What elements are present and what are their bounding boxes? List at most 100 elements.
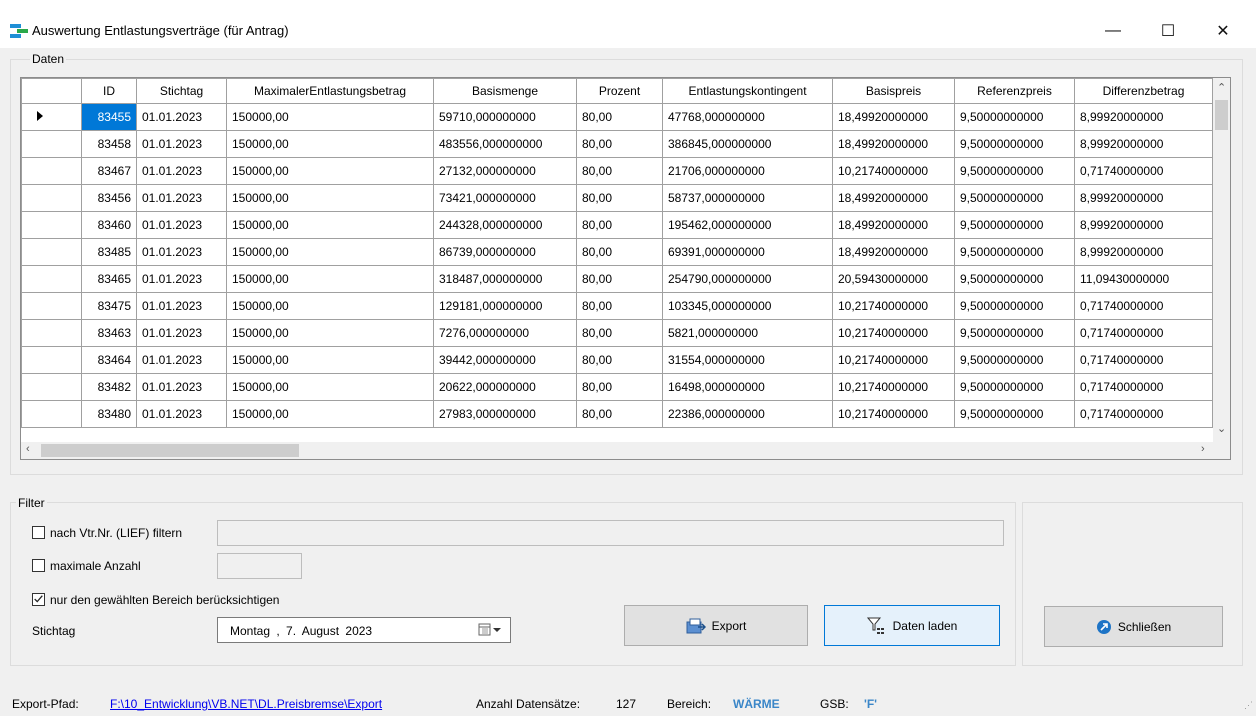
- table-cell[interactable]: 9,50000000000: [954, 319, 1075, 347]
- table-cell[interactable]: 8,99920000000: [1074, 238, 1213, 266]
- table-cell[interactable]: 83464: [81, 346, 137, 374]
- col-header-basispreis[interactable]: Basispreis: [832, 78, 955, 104]
- calendar-dropdown-icon[interactable]: [478, 623, 504, 637]
- horizontal-scroll-thumb[interactable]: [41, 444, 299, 457]
- close-window-button[interactable]: ✕: [1200, 14, 1246, 48]
- vtr-filter-checkbox[interactable]: [32, 526, 45, 539]
- table-cell[interactable]: 01.01.2023: [136, 346, 227, 374]
- horizontal-scrollbar[interactable]: ‹ ›: [21, 442, 1230, 459]
- table-cell[interactable]: 18,49920000000: [832, 238, 955, 266]
- table-cell[interactable]: 83480: [81, 400, 137, 428]
- row-header[interactable]: [21, 211, 82, 239]
- table-row[interactable]: 83467 01.01.2023 150000,00 27132,000000000 8…: [21, 157, 1213, 185]
- table-row[interactable]: 83482 01.01.2023 150000,00 20622,000000000 8…: [21, 373, 1213, 401]
- table-cell[interactable]: 01.01.2023: [136, 265, 227, 293]
- table-cell[interactable]: 8,99920000000: [1074, 184, 1213, 212]
- table-cell[interactable]: 83467: [81, 157, 137, 185]
- vtr-filter-input[interactable]: [217, 520, 1004, 546]
- row-header[interactable]: [21, 400, 82, 428]
- table-cell[interactable]: 10,21740000000: [832, 346, 955, 374]
- table-cell[interactable]: 9,50000000000: [954, 211, 1075, 239]
- table-cell[interactable]: 9,50000000000: [954, 292, 1075, 320]
- col-header-id[interactable]: ID: [81, 78, 137, 104]
- col-header-basismenge[interactable]: Basismenge: [433, 78, 577, 104]
- table-cell[interactable]: 80,00: [576, 184, 663, 212]
- table-cell[interactable]: 0,71740000000: [1074, 373, 1213, 401]
- table-cell[interactable]: 69391,000000000: [662, 238, 833, 266]
- stichtag-datepicker[interactable]: Montag , 7. August 2023: [217, 617, 511, 643]
- col-header-kontingent[interactable]: Entlastungskontingent: [662, 78, 833, 104]
- vertical-scroll-thumb[interactable]: [1215, 100, 1228, 130]
- table-cell[interactable]: 150000,00: [226, 265, 434, 293]
- table-cell[interactable]: 9,50000000000: [954, 130, 1075, 158]
- table-cell[interactable]: 80,00: [576, 400, 663, 428]
- table-cell[interactable]: 0,71740000000: [1074, 346, 1213, 374]
- table-cell[interactable]: 20622,000000000: [433, 373, 577, 401]
- table-cell[interactable]: 9,50000000000: [954, 157, 1075, 185]
- table-cell[interactable]: 80,00: [576, 346, 663, 374]
- table-cell[interactable]: 16498,000000000: [662, 373, 833, 401]
- table-cell[interactable]: 31554,000000000: [662, 346, 833, 374]
- table-cell[interactable]: 150000,00: [226, 211, 434, 239]
- table-cell[interactable]: 73421,000000000: [433, 184, 577, 212]
- table-cell[interactable]: 83465: [81, 265, 137, 293]
- table-cell[interactable]: 11,09430000000: [1074, 265, 1213, 293]
- scroll-left-icon[interactable]: ‹: [26, 443, 30, 455]
- table-cell[interactable]: 27132,000000000: [433, 157, 577, 185]
- export-button[interactable]: Export: [624, 605, 808, 646]
- table-cell[interactable]: 150000,00: [226, 184, 434, 212]
- table-cell[interactable]: 18,49920000000: [832, 103, 955, 131]
- table-cell[interactable]: 5821,000000000: [662, 319, 833, 347]
- row-header[interactable]: [21, 346, 82, 374]
- table-cell[interactable]: 83456: [81, 184, 137, 212]
- col-header-differenzbetrag[interactable]: Differenzbetrag: [1074, 78, 1213, 104]
- table-cell[interactable]: 10,21740000000: [832, 292, 955, 320]
- scroll-right-icon[interactable]: ›: [1201, 443, 1205, 455]
- scroll-up-icon[interactable]: ⌃: [1217, 81, 1226, 94]
- table-cell[interactable]: 10,21740000000: [832, 400, 955, 428]
- vertical-scrollbar[interactable]: ⌃ ⌄: [1213, 78, 1230, 444]
- maximize-button[interactable]: ☐: [1145, 14, 1191, 48]
- table-row[interactable]: 83456 01.01.2023 150000,00 73421,000000000 8…: [21, 184, 1213, 212]
- table-cell[interactable]: 150000,00: [226, 346, 434, 374]
- table-cell[interactable]: 83463: [81, 319, 137, 347]
- table-cell[interactable]: 254790,000000000: [662, 265, 833, 293]
- table-cell[interactable]: 7276,000000000: [433, 319, 577, 347]
- table-cell[interactable]: 80,00: [576, 319, 663, 347]
- table-cell[interactable]: 80,00: [576, 238, 663, 266]
- table-cell[interactable]: 0,71740000000: [1074, 400, 1213, 428]
- table-cell[interactable]: 9,50000000000: [954, 346, 1075, 374]
- table-cell[interactable]: 8,99920000000: [1074, 103, 1213, 131]
- col-header-max-betrag[interactable]: MaximalerEntlastungsbetrag: [226, 78, 434, 104]
- table-cell[interactable]: 01.01.2023: [136, 319, 227, 347]
- row-header[interactable]: [21, 157, 82, 185]
- table-cell[interactable]: 150000,00: [226, 103, 434, 131]
- table-cell[interactable]: 58737,000000000: [662, 184, 833, 212]
- table-cell[interactable]: 8,99920000000: [1074, 130, 1213, 158]
- row-header[interactable]: [21, 238, 82, 266]
- table-cell[interactable]: 47768,000000000: [662, 103, 833, 131]
- table-cell[interactable]: 150000,00: [226, 157, 434, 185]
- table-cell[interactable]: 01.01.2023: [136, 184, 227, 212]
- col-header-stichtag[interactable]: Stichtag: [136, 78, 227, 104]
- table-cell[interactable]: 01.01.2023: [136, 238, 227, 266]
- table-row[interactable]: 83475 01.01.2023 150000,00 129181,000000000…: [21, 292, 1213, 320]
- table-cell[interactable]: 150000,00: [226, 400, 434, 428]
- export-path-link[interactable]: F:\10_Entwicklung\VB.NET\DL.Preisbremse\…: [110, 697, 382, 711]
- table-cell[interactable]: 80,00: [576, 130, 663, 158]
- table-cell[interactable]: 9,50000000000: [954, 265, 1075, 293]
- col-header-prozent[interactable]: Prozent: [576, 78, 663, 104]
- table-cell[interactable]: 18,49920000000: [832, 211, 955, 239]
- table-row[interactable]: 83485 01.01.2023 150000,00 86739,000000000 8…: [21, 238, 1213, 266]
- table-cell[interactable]: 483556,000000000: [433, 130, 577, 158]
- table-cell[interactable]: 18,49920000000: [832, 130, 955, 158]
- table-cell[interactable]: 10,21740000000: [832, 373, 955, 401]
- table-cell[interactable]: 01.01.2023: [136, 211, 227, 239]
- table-cell[interactable]: 86739,000000000: [433, 238, 577, 266]
- table-cell[interactable]: 150000,00: [226, 373, 434, 401]
- table-cell[interactable]: 59710,000000000: [433, 103, 577, 131]
- max-count-input[interactable]: [217, 553, 302, 579]
- table-row[interactable]: 83460 01.01.2023 150000,00 244328,000000000…: [21, 211, 1213, 239]
- row-header[interactable]: [21, 184, 82, 212]
- table-cell[interactable]: 83482: [81, 373, 137, 401]
